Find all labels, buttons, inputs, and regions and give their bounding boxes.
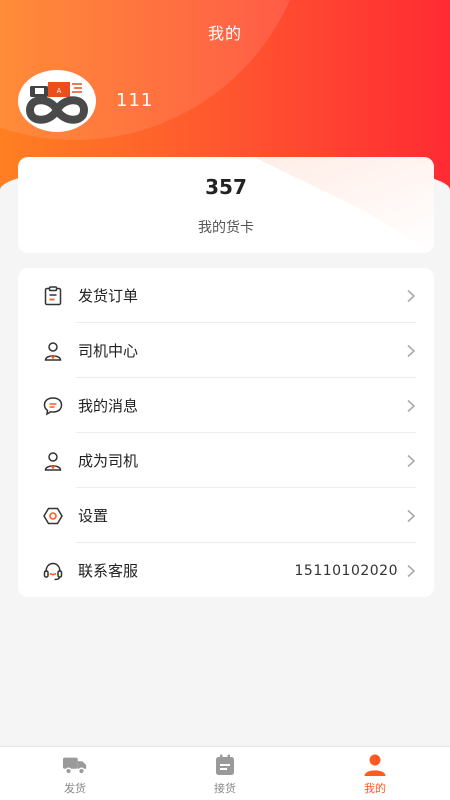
menu-item-label: 成为司机 [78, 452, 139, 470]
driver-icon [42, 450, 64, 472]
cargo-card-count: 357 [205, 175, 247, 199]
tab-label: 接货 [214, 781, 236, 795]
menu-item-settings[interactable]: 设置 [18, 488, 434, 543]
chevron-right-icon [406, 344, 416, 358]
tab-ship[interactable]: 发货 [0, 747, 150, 800]
menu-item-driver-center[interactable]: 司机中心 [18, 323, 434, 378]
menu-item-my-messages[interactable]: 我的消息 [18, 378, 434, 433]
service-phone-number: 15110102020 [294, 562, 398, 579]
menu-item-label: 设置 [78, 507, 109, 525]
svg-text:A: A [57, 87, 62, 95]
menu-item-become-driver[interactable]: 成为司机 [18, 433, 434, 488]
chevron-right-icon [406, 509, 416, 523]
person-icon [362, 752, 388, 778]
tab-mine[interactable]: 我的 [300, 747, 450, 800]
calendar-icon [212, 752, 238, 778]
chevron-right-icon [406, 289, 416, 303]
menu-item-label: 司机中心 [78, 342, 139, 360]
cargo-card-label: 我的货卡 [198, 220, 254, 236]
chevron-right-icon [406, 564, 416, 578]
chevron-right-icon [406, 454, 416, 468]
menu-item-shipping-orders[interactable]: 发货订单 [18, 268, 434, 323]
menu-item-label: 我的消息 [78, 397, 139, 415]
logo-icon: A [25, 82, 89, 124]
username: 111 [116, 90, 154, 111]
tab-receive[interactable]: 接货 [150, 747, 300, 800]
message-icon [42, 395, 64, 417]
cargo-card-summary[interactable]: 357 我的货卡 [18, 157, 434, 253]
driver-icon [42, 340, 64, 362]
bottom-tab-bar: 发货 接货 我的 [0, 746, 450, 800]
tab-label: 发货 [64, 781, 86, 795]
menu-item-label: 联系客服 [78, 562, 139, 580]
menu-item-label: 发货订单 [78, 287, 139, 305]
menu-list: 发货订单 司机中心 我的消息 成为司机 设置 联系客服 15110102020 [18, 268, 434, 597]
tab-label: 我的 [364, 781, 386, 795]
page-title: 我的 [207, 24, 242, 43]
truck-icon [62, 752, 88, 778]
chevron-right-icon [406, 399, 416, 413]
avatar[interactable]: A [18, 70, 96, 132]
settings-icon [42, 505, 64, 527]
menu-item-customer-service[interactable]: 联系客服 15110102020 [18, 543, 434, 598]
headset-icon [42, 560, 64, 582]
card-decoration [254, 157, 434, 253]
clipboard-icon [42, 285, 64, 307]
